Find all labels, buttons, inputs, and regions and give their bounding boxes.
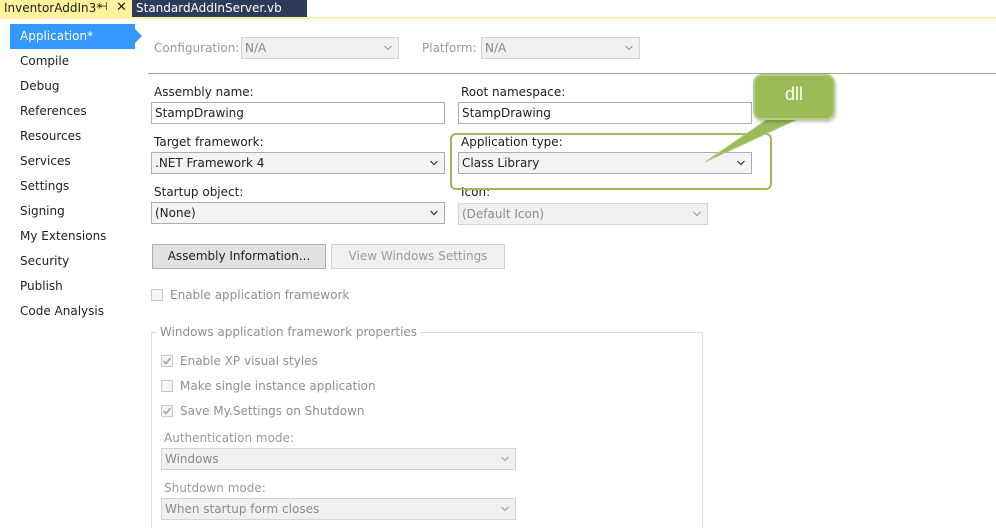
platform-value: N/A <box>485 41 507 55</box>
startup-object-label: Startup object: <box>154 185 244 199</box>
sidebar-item-services[interactable]: Services <box>0 149 145 174</box>
target-framework-value: .NET Framework 4 <box>155 156 265 170</box>
target-framework-label: Target framework: <box>154 135 264 149</box>
save-settings-on-shutdown-label: Save My.Settings on Shutdown <box>180 404 365 418</box>
platform-label: Platform: <box>422 41 477 55</box>
application-type-highlight <box>450 133 772 190</box>
sidebar-item-publish[interactable]: Publish <box>0 274 145 299</box>
chevron-down-icon <box>693 211 701 217</box>
close-icon[interactable]: ✕ <box>116 0 127 16</box>
icon-select[interactable]: (Default Icon) <box>458 203 708 225</box>
section-divider <box>148 73 996 74</box>
configuration-select[interactable]: N/A <box>241 37 399 59</box>
tab-label: StandardAddInServer.vb <box>136 1 282 15</box>
pin-icon[interactable]: ⊣ <box>98 0 108 13</box>
target-framework-select[interactable]: .NET Framework 4 <box>151 152 445 174</box>
enable-xp-visual-styles-checkbox[interactable] <box>161 355 173 367</box>
groupbox-title: Windows application framework properties <box>157 325 421 339</box>
authentication-mode-value: Windows <box>165 452 219 466</box>
tab-standardaddinserver[interactable]: StandardAddInServer.vb <box>132 0 307 17</box>
document-tab-strip: InventorAddIn3* ⊣ ✕ StandardAddInServer.… <box>0 0 996 19</box>
shutdown-mode-value: When startup form closes <box>165 502 320 516</box>
authentication-mode-select[interactable]: Windows <box>161 448 516 470</box>
view-windows-settings-button[interactable]: View Windows Settings <box>331 244 505 269</box>
sidebar-item-my-extensions[interactable]: My Extensions <box>0 224 145 249</box>
assembly-name-input[interactable]: StampDrawing <box>151 102 445 124</box>
enable-application-framework-checkbox[interactable] <box>151 289 163 301</box>
sidebar-item-settings[interactable]: Settings <box>0 174 145 199</box>
sidebar-item-debug[interactable]: Debug <box>0 74 145 99</box>
sidebar-item-code-analysis[interactable]: Code Analysis <box>0 299 145 324</box>
chevron-down-icon <box>501 456 509 462</box>
tab-label: InventorAddIn3* <box>4 1 103 15</box>
sidebar-item-compile[interactable]: Compile <box>0 49 145 74</box>
chevron-down-icon <box>501 506 509 512</box>
tab-strip-underline <box>0 17 996 19</box>
configuration-value: N/A <box>245 41 267 55</box>
configuration-label: Configuration: <box>154 41 240 55</box>
single-instance-label: Make single instance application <box>180 379 376 393</box>
root-namespace-input[interactable]: StampDrawing <box>458 102 752 124</box>
shutdown-mode-label: Shutdown mode: <box>164 481 266 495</box>
authentication-mode-label: Authentication mode: <box>164 431 294 445</box>
project-properties-sidebar: Application* Compile Debug References Re… <box>0 24 145 324</box>
chevron-down-icon <box>384 45 392 51</box>
callout-text: dll <box>784 84 803 104</box>
sidebar-item-resources[interactable]: Resources <box>0 124 145 149</box>
single-instance-checkbox[interactable] <box>161 380 173 392</box>
sidebar-item-references[interactable]: References <box>0 99 145 124</box>
startup-object-value: (None) <box>155 206 196 220</box>
save-settings-on-shutdown-checkbox[interactable] <box>161 405 173 417</box>
sidebar-item-signing[interactable]: Signing <box>0 199 145 224</box>
shutdown-mode-select[interactable]: When startup form closes <box>161 498 516 520</box>
assembly-name-label: Assembly name: <box>154 85 254 99</box>
assembly-information-button[interactable]: Assembly Information... <box>152 244 326 269</box>
sidebar-item-application[interactable]: Application* <box>10 24 142 49</box>
root-namespace-label: Root namespace: <box>461 85 566 99</box>
platform-select[interactable]: N/A <box>481 37 640 59</box>
checkmark-icon <box>162 357 172 365</box>
chevron-down-icon <box>430 160 438 166</box>
chevron-down-icon <box>625 45 633 51</box>
startup-object-select[interactable]: (None) <box>151 202 445 224</box>
enable-application-framework-label: Enable application framework <box>170 288 350 302</box>
sidebar-item-security[interactable]: Security <box>0 249 145 274</box>
chevron-down-icon <box>430 210 438 216</box>
checkmark-icon <box>162 407 172 415</box>
icon-value: (Default Icon) <box>462 207 545 221</box>
enable-xp-visual-styles-label: Enable XP visual styles <box>180 354 318 368</box>
